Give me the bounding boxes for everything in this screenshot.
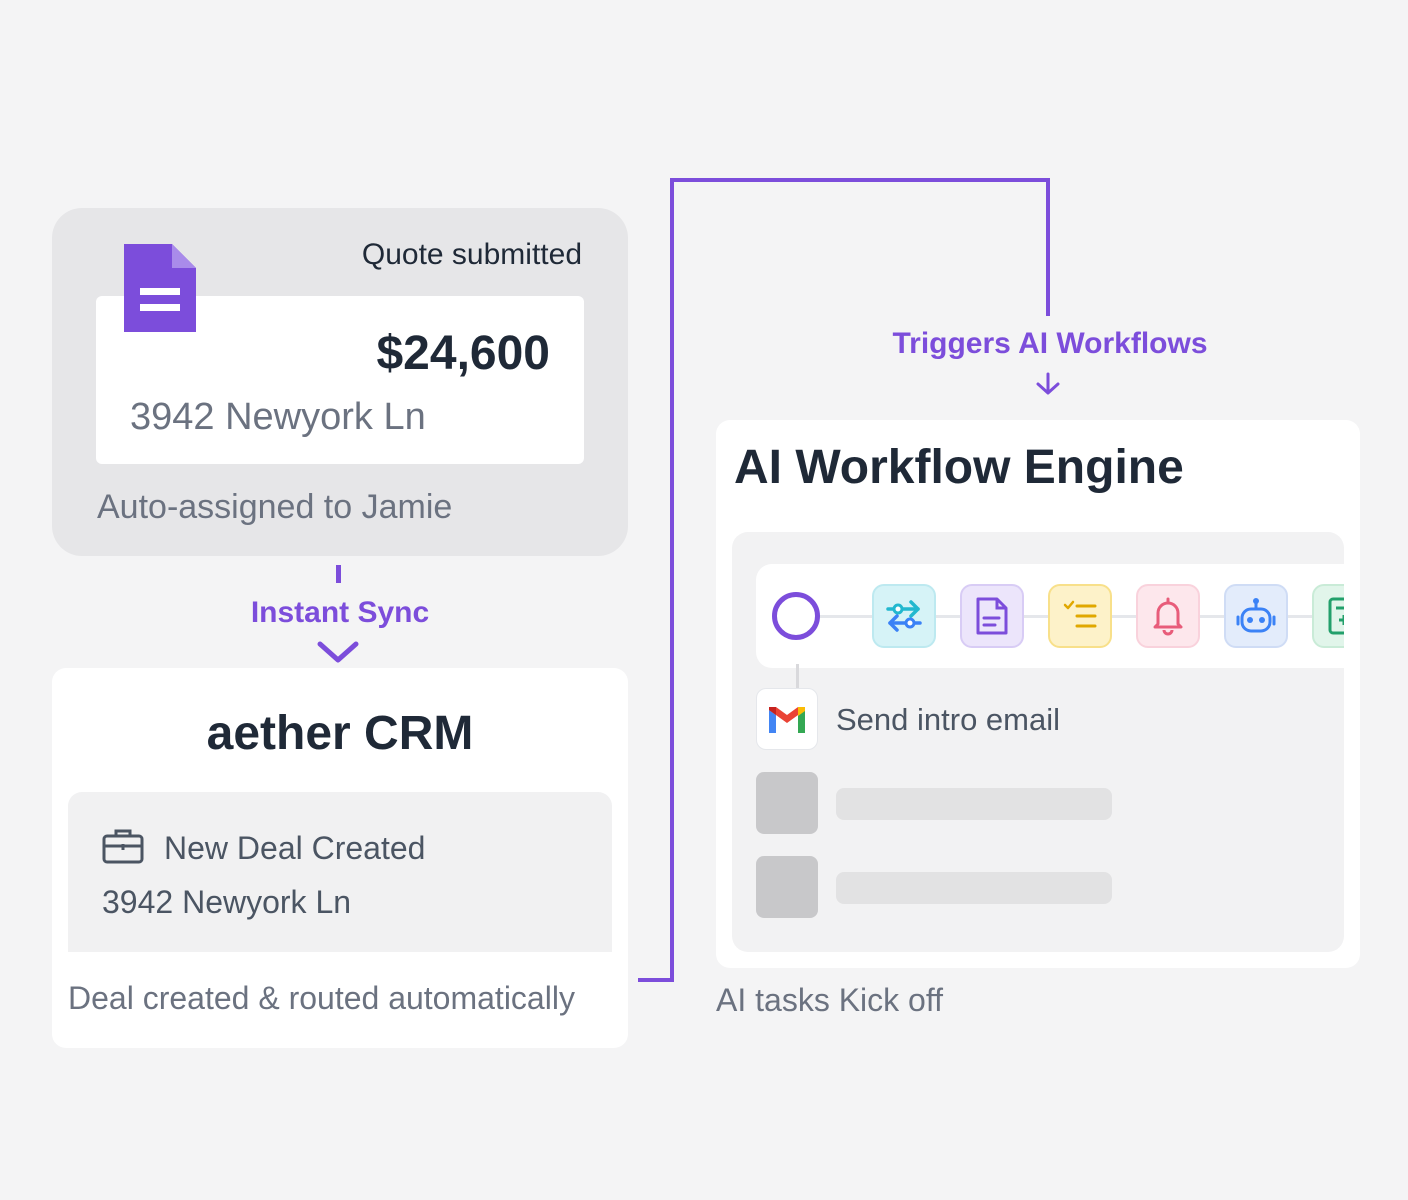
quote-address: 3942 Newyork Ln	[130, 396, 426, 438]
crm-footer-text: Deal created & routed automatically	[68, 980, 575, 1016]
engine-footer-text: AI tasks Kick off	[716, 982, 944, 1018]
document-step[interactable]	[960, 584, 1024, 648]
checklist-icon	[1063, 600, 1097, 628]
crm-title: aether CRM	[206, 707, 474, 760]
gmail-icon	[756, 688, 818, 750]
placeholder-icon	[756, 772, 818, 834]
document-icon	[124, 244, 196, 332]
placeholder-icon	[756, 856, 818, 918]
robot-icon	[1236, 598, 1276, 633]
chevron-down-icon	[317, 641, 359, 663]
crm-card[interactable]: aether CRM New Deal Created 3942 Newyork…	[52, 668, 628, 1048]
quote-card[interactable]: Quote submitted $24,600 3942 Newyork Ln …	[52, 208, 628, 556]
quote-title: Quote submitted	[361, 238, 582, 271]
workflow-start-node[interactable]	[772, 592, 820, 640]
quote-assignee: Auto-assigned to Jamie	[97, 488, 453, 526]
sync-label: Instant Sync	[250, 596, 430, 629]
briefcase-icon	[102, 829, 144, 864]
trigger-label: Triggers AI Workflows	[892, 327, 1208, 360]
quote-amount: $24,600	[376, 327, 550, 380]
placeholder-text	[836, 788, 1112, 820]
placeholder-text	[836, 872, 1112, 904]
sheet-step[interactable]	[1312, 584, 1344, 648]
deal-title: New Deal Created	[164, 830, 426, 866]
document-text-icon	[976, 597, 1008, 635]
arrow-down-icon	[1036, 372, 1060, 395]
workflow-panel: Send intro email	[732, 532, 1344, 952]
bot-step[interactable]	[1224, 584, 1288, 648]
workflow-steps-bar	[756, 564, 1344, 668]
sync-step[interactable]	[872, 584, 936, 648]
engine-title: AI Workflow Engine	[734, 441, 1184, 494]
task-label: Send intro email	[836, 702, 1061, 737]
notification-step[interactable]	[1136, 584, 1200, 648]
workflow-engine-card[interactable]: AI Workflow Engine Send intro email	[716, 420, 1360, 968]
bell-icon	[1153, 597, 1183, 636]
arrows-exchange-icon	[886, 600, 922, 632]
sync-connector	[336, 565, 341, 583]
spreadsheet-icon	[1328, 597, 1344, 635]
deal-notification[interactable]: New Deal Created 3942 Newyork Ln	[68, 792, 612, 952]
checklist-step[interactable]	[1048, 584, 1112, 648]
deal-address: 3942 Newyork Ln	[102, 884, 352, 920]
